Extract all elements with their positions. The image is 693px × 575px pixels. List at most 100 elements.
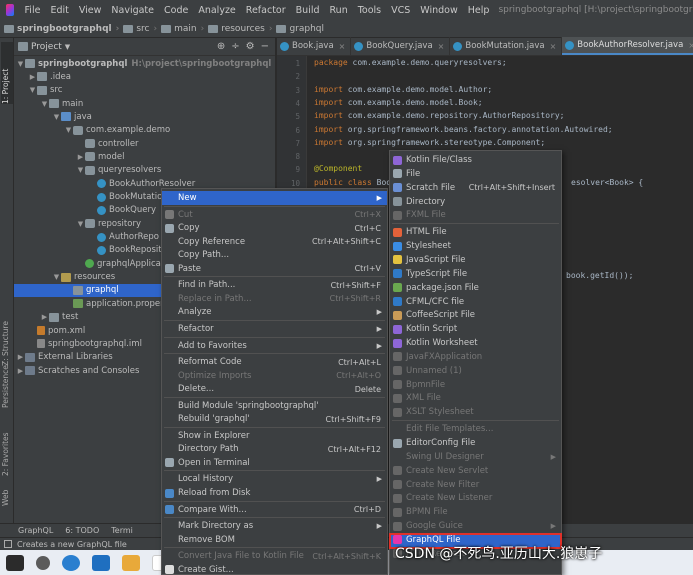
breadcrumb-item[interactable]: graphql: [276, 24, 324, 34]
collapse-icon[interactable]: ÷: [231, 41, 239, 52]
file-explorer-icon[interactable]: [122, 554, 140, 571]
tree-item[interactable]: ▼ com.example.demo: [14, 124, 276, 137]
menu-item-find-in-path[interactable]: Find in Path... Ctrl+Shift+F: [162, 278, 387, 292]
menu-window[interactable]: Window: [415, 5, 462, 16]
breadcrumb-item[interactable]: springbootgraphql ›: [4, 24, 123, 34]
expanded-arrow-icon[interactable]: ▼: [76, 166, 85, 174]
menu-vcs[interactable]: VCS: [386, 5, 415, 16]
tool-tab-project[interactable]: 1: Project: [1, 42, 13, 104]
bottom-tool-tab[interactable]: 6: TODO: [65, 526, 99, 535]
gear-icon[interactable]: ⚙: [246, 41, 255, 52]
tool-tab-persistence[interactable]: Persistence: [1, 365, 13, 408]
menu-navigate[interactable]: Navigate: [106, 5, 159, 16]
breadcrumb-item[interactable]: src ›: [123, 24, 161, 34]
collapsed-arrow-icon[interactable]: ▶: [28, 73, 37, 81]
menu-refactor[interactable]: Refactor: [241, 5, 291, 16]
menu-item-kotlin-script[interactable]: Kotlin Script: [390, 322, 561, 336]
menu-item-rebuild-graphql[interactable]: Rebuild 'graphql' Ctrl+Shift+F9: [162, 412, 387, 426]
menu-item-build-module-springbootgraphql[interactable]: Build Module 'springbootgraphql': [162, 399, 387, 413]
menu-item-file[interactable]: File: [390, 167, 561, 181]
menu-item-kotlin-worksheet[interactable]: Kotlin Worksheet: [390, 336, 561, 350]
expanded-arrow-icon[interactable]: ▼: [52, 273, 61, 281]
menu-view[interactable]: View: [74, 5, 107, 16]
tool-tab-web[interactable]: Web: [1, 486, 13, 506]
tree-item[interactable]: controller: [14, 137, 276, 150]
tree-item[interactable]: ▼ src: [14, 84, 276, 97]
mail-icon[interactable]: [92, 554, 110, 571]
editor-tab[interactable]: BookAuthorResolver.java ×: [562, 37, 693, 55]
expanded-arrow-icon[interactable]: ▼: [52, 113, 61, 121]
menu-item-refactor[interactable]: Refactor ▶: [162, 322, 387, 336]
menu-item-directory-path[interactable]: Directory Path Ctrl+Alt+F12: [162, 442, 387, 456]
collapsed-arrow-icon[interactable]: ▶: [40, 313, 49, 321]
menu-item-reformat-code[interactable]: Reformat Code Ctrl+Alt+L: [162, 355, 387, 369]
close-icon[interactable]: ×: [688, 41, 693, 50]
menu-item-package-json-file[interactable]: package.json File: [390, 281, 561, 295]
menu-item-javascript-file[interactable]: JavaScript File: [390, 253, 561, 267]
windows-start-icon[interactable]: [6, 554, 24, 571]
menu-item-remove-bom[interactable]: Remove BOM: [162, 533, 387, 547]
menu-item-scratch-file[interactable]: Scratch File Ctrl+Alt+Shift+Insert: [390, 181, 561, 195]
tree-item[interactable]: ▼ springbootgraphql H:\project\springbootg…: [14, 57, 276, 70]
chevron-down-icon[interactable]: ▼: [65, 43, 70, 51]
tool-tab-favorites[interactable]: 2: Favorites: [1, 426, 13, 476]
tool-tab-structure[interactable]: Z: Structure: [1, 296, 13, 366]
expanded-arrow-icon[interactable]: ▼: [28, 86, 37, 94]
menu-item-coffeescript-file[interactable]: CoffeeScript File: [390, 308, 561, 322]
bottom-tool-tab[interactable]: GraphQL: [18, 526, 53, 535]
locate-icon[interactable]: ⊕: [217, 41, 225, 52]
tree-item[interactable]: ▼ java: [14, 110, 276, 123]
breadcrumb-item[interactable]: resources ›: [208, 24, 276, 34]
menu-item-local-history[interactable]: Local History ▶: [162, 472, 387, 486]
menu-run[interactable]: Run: [325, 5, 353, 16]
menu-item-analyze[interactable]: Analyze ▶: [162, 305, 387, 319]
tree-item[interactable]: ▼ queryresolvers: [14, 164, 276, 177]
expanded-arrow-icon[interactable]: ▼: [76, 220, 85, 228]
menu-analyze[interactable]: Analyze: [193, 5, 240, 16]
menu-item-delete[interactable]: Delete... Delete: [162, 382, 387, 396]
menu-item-new[interactable]: New ▶: [162, 191, 387, 205]
collapsed-arrow-icon[interactable]: ▶: [16, 353, 25, 361]
menu-item-open-in-terminal[interactable]: Open in Terminal: [162, 456, 387, 470]
menu-item-copy-reference[interactable]: Copy Reference Ctrl+Alt+Shift+C: [162, 235, 387, 249]
collapsed-arrow-icon[interactable]: ▶: [76, 153, 85, 161]
menu-item-paste[interactable]: Paste Ctrl+V: [162, 262, 387, 276]
project-view-selector[interactable]: Project: [31, 42, 62, 52]
menu-edit[interactable]: Edit: [45, 5, 73, 16]
menu-item-cfml-cfc-file[interactable]: CFML/CFC file: [390, 295, 561, 309]
menu-code[interactable]: Code: [159, 5, 193, 16]
editor-tab[interactable]: BookQuery.java ×: [351, 37, 451, 55]
expanded-arrow-icon[interactable]: ▼: [16, 60, 25, 68]
hide-icon[interactable]: −: [261, 41, 269, 52]
expanded-arrow-icon[interactable]: ▼: [64, 126, 73, 134]
close-icon[interactable]: ×: [339, 42, 346, 51]
tree-item[interactable]: ▼ main: [14, 97, 276, 110]
edge-browser-icon[interactable]: [62, 554, 80, 571]
menu-item-copy-path[interactable]: Copy Path...: [162, 248, 387, 262]
menu-item-html-file[interactable]: HTML File: [390, 225, 561, 239]
menu-item-add-to-favorites[interactable]: Add to Favorites ▶: [162, 339, 387, 353]
editor-tab[interactable]: Book.java ×: [277, 37, 352, 55]
menu-item-reload-from-disk[interactable]: Reload from Disk: [162, 486, 387, 500]
menu-file[interactable]: File: [20, 5, 46, 16]
menu-item-directory[interactable]: Directory: [390, 195, 561, 209]
menu-item-typescript-file[interactable]: TypeScript File: [390, 267, 561, 281]
menu-build[interactable]: Build: [291, 5, 325, 16]
menu-tools[interactable]: Tools: [353, 5, 386, 16]
menu-help[interactable]: Help: [463, 5, 495, 16]
close-icon[interactable]: ×: [550, 42, 557, 51]
expanded-arrow-icon[interactable]: ▼: [40, 100, 49, 108]
menu-item-compare-with[interactable]: Compare With... Ctrl+D: [162, 503, 387, 517]
menu-item-editorconfig-file[interactable]: EditorConfig File: [390, 436, 561, 450]
search-icon[interactable]: [36, 555, 50, 570]
menu-item-kotlin-file-class[interactable]: Kotlin File/Class: [390, 153, 561, 167]
bottom-tool-tab[interactable]: Termi: [111, 526, 133, 535]
breadcrumb-item[interactable]: main ›: [161, 24, 208, 34]
tool-window-toggle-icon[interactable]: [4, 540, 12, 548]
editor-tab[interactable]: BookMutation.java ×: [450, 37, 563, 55]
menu-item-create-gist[interactable]: Create Gist...: [162, 563, 387, 574]
collapsed-arrow-icon[interactable]: ▶: [16, 367, 25, 375]
menu-item-show-in-explorer[interactable]: Show in Explorer: [162, 429, 387, 443]
menu-item-mark-directory-as[interactable]: Mark Directory as ▶: [162, 519, 387, 533]
tree-item[interactable]: ▶ .idea: [14, 70, 276, 83]
